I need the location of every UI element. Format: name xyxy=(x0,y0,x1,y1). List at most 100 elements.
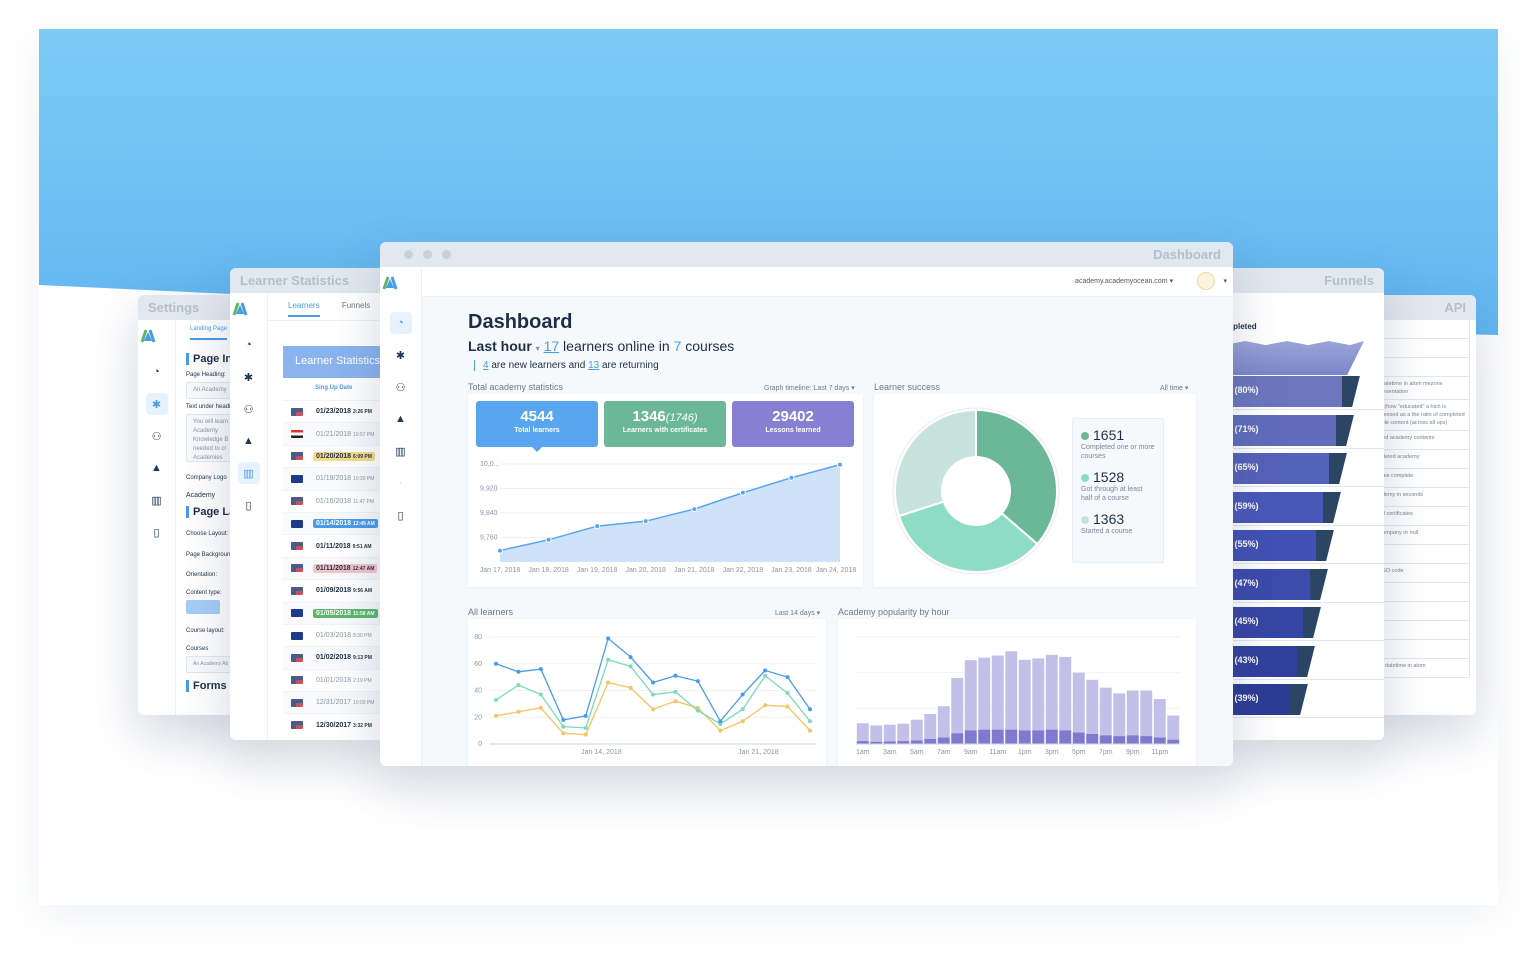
logo-icon xyxy=(382,276,398,290)
funnel-step[interactable]: 0 (59%) xyxy=(1224,491,1323,523)
users-icon[interactable]: ⚇ xyxy=(146,425,168,447)
data-point xyxy=(494,713,498,718)
time-value: 10:57 PM xyxy=(353,431,375,438)
gear-icon[interactable]: ✱ xyxy=(145,393,168,415)
total-learners-chart: 10,0... 9,920 9,840 9,760 Jan 17, 2018 Jan 18… xyxy=(480,461,857,574)
kpi-extra: (1746) xyxy=(665,412,698,424)
learner-success-filter[interactable]: All time ▾ xyxy=(1160,384,1188,392)
chart-icon[interactable]: ▥ xyxy=(146,489,168,511)
x-tick-label: Jan 21, 2018 xyxy=(674,567,715,574)
bar-total xyxy=(897,723,910,744)
column-header-signup-date[interactable]: Sing Up Date xyxy=(283,378,390,400)
data-point xyxy=(740,707,745,712)
tab-funnels[interactable]: Funnels xyxy=(342,301,370,310)
data-point xyxy=(763,673,768,678)
table-row[interactable]: 12/31/2017 10:03 PM xyxy=(283,691,390,714)
graduation-cap-icon[interactable]: ▲ xyxy=(390,408,412,430)
dashboard-icon[interactable]: ◔ xyxy=(146,361,168,383)
table-row[interactable]: 01/19/2018 10:20 PM xyxy=(283,467,390,490)
date-value: 01/09/2018 xyxy=(316,587,352,595)
table-row[interactable]: 01/23/2018 3:26 PM xyxy=(283,400,390,423)
graph-timeline-select[interactable]: Graph timeline: Last 7 days ▾ xyxy=(764,384,855,392)
funnel-step[interactable]: 2 (80%) xyxy=(1224,376,1342,407)
table-row[interactable]: 01/11/2018 9:51 AM xyxy=(283,534,390,557)
data-point xyxy=(494,661,498,666)
window-controls[interactable] xyxy=(404,242,461,267)
data-point xyxy=(673,699,678,704)
returning-count[interactable]: 13 xyxy=(588,360,599,371)
users-icon[interactable]: ⚇ xyxy=(238,398,260,420)
time-value: 9:56 AM xyxy=(353,588,372,595)
data-point xyxy=(538,705,543,710)
gear-icon[interactable]: ✱ xyxy=(238,366,260,388)
graduation-cap-icon[interactable]: ▲ xyxy=(238,430,260,452)
domain-selector[interactable]: academy.academyocean.com ▾ xyxy=(1075,277,1173,285)
new-count[interactable]: 4 xyxy=(483,360,489,371)
bar-active xyxy=(991,729,1004,744)
date-value: 01/02/2018 xyxy=(316,654,352,662)
close-dot[interactable] xyxy=(404,250,413,259)
table-row[interactable]: 01/20/2018 6:09 PM xyxy=(283,444,390,468)
data-point xyxy=(494,697,498,702)
funnel-step[interactable]: 2 (55%) xyxy=(1224,530,1316,561)
avatar[interactable] xyxy=(1197,272,1215,290)
building-icon[interactable]: ▯ xyxy=(146,521,168,543)
data-point xyxy=(673,689,678,694)
chart-icon[interactable]: ▥ xyxy=(390,440,412,462)
funnel-step[interactable]: 6 (65%) xyxy=(1224,453,1329,484)
table-row[interactable]: 01/09/2018 9:56 AM xyxy=(283,579,390,602)
api-field-row: pened academy contents xyxy=(1371,431,1470,450)
funnel-step[interactable]: 3 (47%) xyxy=(1224,568,1310,600)
data-point xyxy=(606,636,611,641)
table-row[interactable]: 01/05/2018 11:58 AM xyxy=(283,601,390,624)
table-row[interactable]: 01/14/2018 12:49 AM xyxy=(283,511,390,535)
online-count[interactable]: 17 xyxy=(544,338,560,354)
courses-count[interactable]: 7 xyxy=(674,338,682,354)
gear-icon[interactable]: ✱ xyxy=(390,344,412,366)
funnel-chart: mpleted 2 (80%) 7 (71%) 6 (65%) 0 (59%) 2 (5… xyxy=(1224,293,1384,740)
table-row[interactable]: 12/30/2017 3:32 PM xyxy=(283,713,390,736)
chevron-down-icon[interactable]: ▾ xyxy=(536,344,540,353)
chevron-down-icon[interactable]: ▾ xyxy=(1223,277,1227,285)
period-selector[interactable]: Last hour xyxy=(468,338,532,354)
chart-icon[interactable]: ▥ xyxy=(237,462,260,484)
content-type-toggle[interactable] xyxy=(186,600,220,614)
data-point xyxy=(606,680,611,685)
flag-icon xyxy=(291,542,303,551)
table-row[interactable]: 01/02/2018 9:13 PM xyxy=(283,646,390,669)
table-row[interactable]: 01/01/2018 2:19 PM xyxy=(283,668,390,692)
funnel-step[interactable]: 9 (43%) xyxy=(1224,645,1297,677)
kpi-total-learners[interactable]: 4544 Total learners xyxy=(476,401,598,452)
dashboard-icon[interactable]: ◔ xyxy=(389,312,412,334)
tab-learners[interactable]: Learners xyxy=(288,301,320,317)
graduation-cap-icon[interactable]: ▲ xyxy=(146,457,168,479)
section-label: Learner success xyxy=(874,382,941,392)
funnel-step[interactable]: 4 (45%) xyxy=(1224,607,1303,638)
api-window: API eilter datetime in atom mezone repre… xyxy=(1371,295,1476,715)
table-row[interactable]: 01/03/2018 8:30 PM xyxy=(283,623,390,647)
bar-active xyxy=(1140,736,1153,744)
bar-total xyxy=(883,724,896,744)
minimize-dot[interactable] xyxy=(423,250,432,259)
maximize-dot[interactable] xyxy=(442,250,451,259)
kpi-lessons[interactable]: 29402 Lessons learned xyxy=(732,401,854,447)
date-value: 01/21/2018 xyxy=(316,430,352,438)
y-tick-label: 9,760 xyxy=(480,535,498,542)
all-learners-filter[interactable]: Last 14 days ▾ xyxy=(775,609,820,617)
kpi-certificates[interactable]: 1346(1746) Learners with certificates xyxy=(604,401,726,447)
y-tick-label: 40 xyxy=(474,688,482,695)
table-row[interactable]: 01/11/2018 12:47 AM xyxy=(283,556,390,580)
table-row[interactable]: 01/21/2018 10:57 PM xyxy=(283,422,390,445)
building-icon[interactable]: ▯ xyxy=(238,494,260,516)
top-bar: academy.academyocean.com ▾ ▾ xyxy=(422,267,1233,297)
funnel-step[interactable]: 7 (71%) xyxy=(1224,414,1336,446)
building-icon[interactable]: ▯ xyxy=(390,504,412,526)
tab-landing-page[interactable]: Landing Page xyxy=(190,326,228,340)
data-point xyxy=(718,728,723,733)
table-row[interactable]: 01/16/2018 11:47 PM xyxy=(283,489,390,512)
api-field-row: e xyxy=(1371,339,1470,358)
dashboard-icon[interactable]: ◔ xyxy=(238,334,260,356)
users-icon[interactable]: ⚇ xyxy=(390,376,412,398)
bar-active xyxy=(1072,732,1085,744)
funnel-step[interactable]: 5 (39%) xyxy=(1224,684,1290,715)
